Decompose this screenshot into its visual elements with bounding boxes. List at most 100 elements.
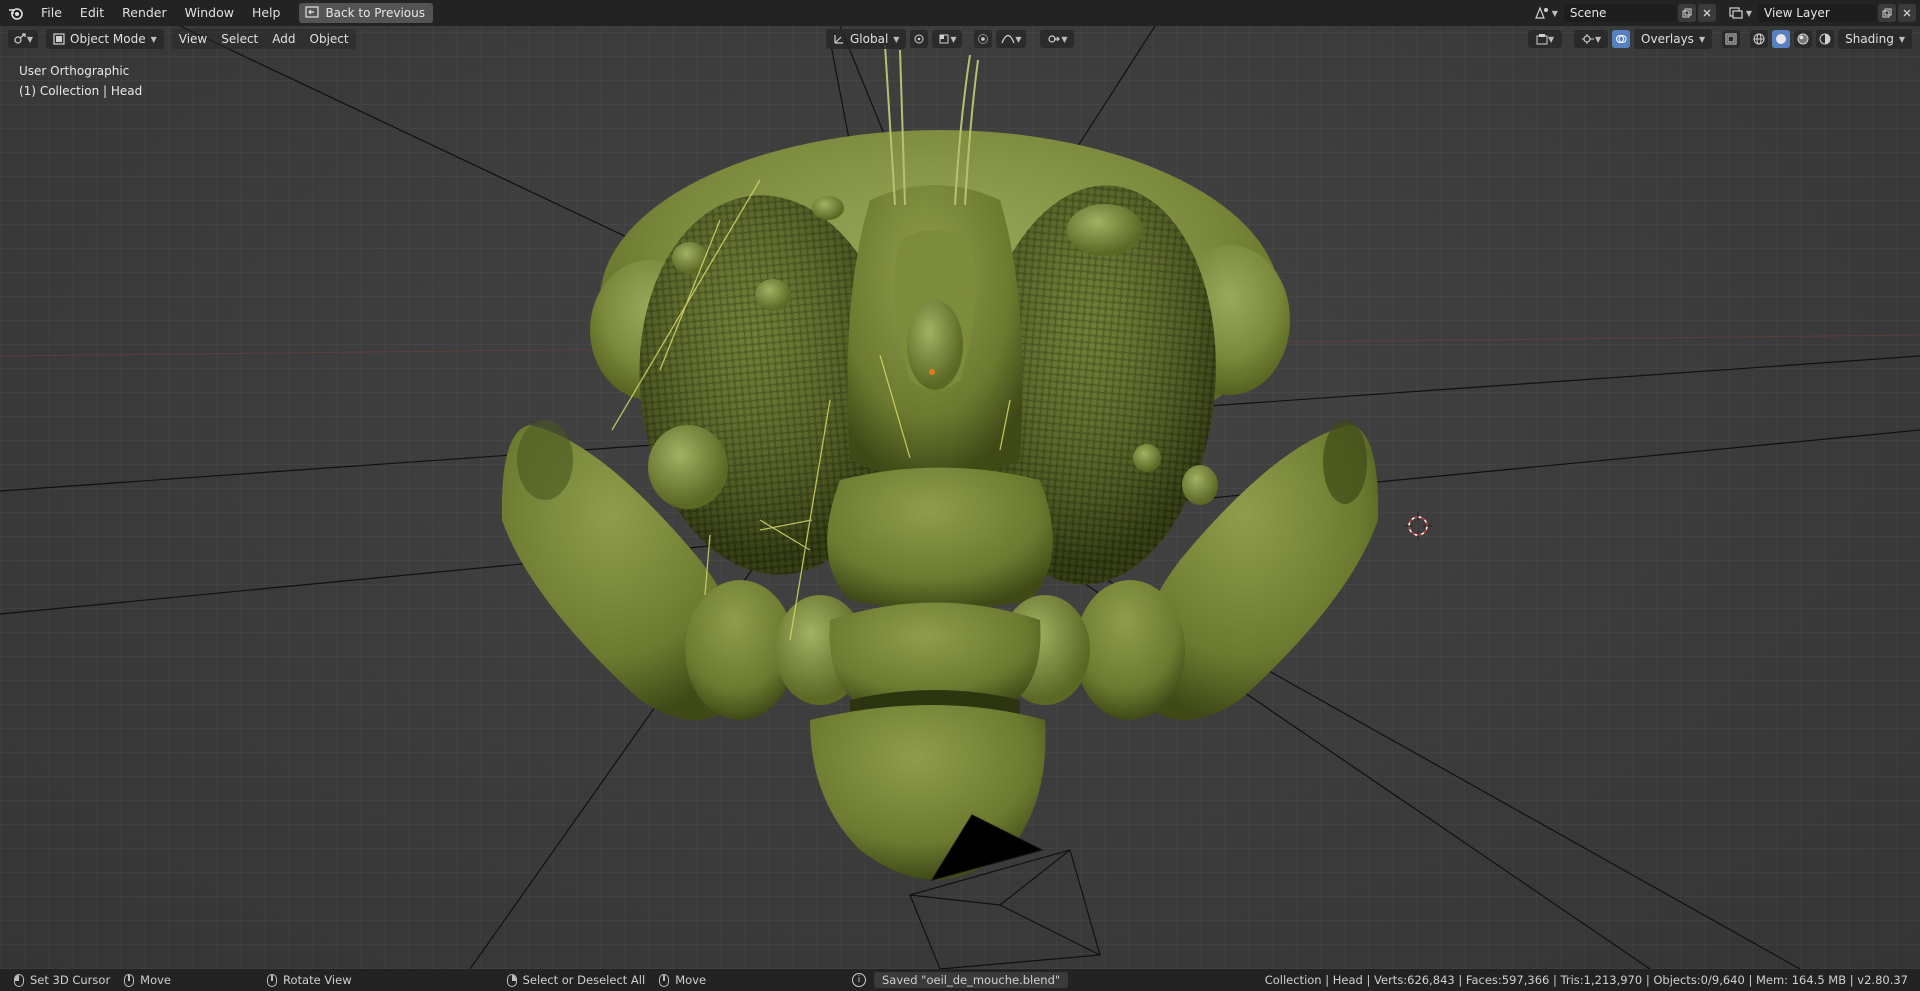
snap-icon (939, 34, 949, 44)
object-mode-dropdown[interactable]: Object Mode ▼ (46, 29, 164, 49)
xray-toggle-button[interactable] (1722, 30, 1741, 48)
viewport-info-overlay: User Orthographic (1) Collection | Head (19, 61, 142, 101)
view-name-label: User Orthographic (19, 64, 130, 78)
menu-render[interactable]: Render (113, 0, 176, 26)
viewport-header: ▼ Object Mode ▼ View Select Add Object G… (0, 26, 1920, 52)
transform-orientation-chevron-icon: ▼ (893, 34, 900, 44)
3d-view-editor-icon (14, 33, 26, 44)
scene-selector-icon[interactable] (1532, 4, 1552, 22)
status-select-all-label: Select or Deselect All (522, 973, 646, 987)
global-axis-icon (834, 35, 843, 44)
rendered-shading-button[interactable] (1816, 30, 1835, 48)
back-to-previous-label: Back to Previous (325, 6, 425, 20)
transform-orientation-dropdown[interactable]: Global ▼ (826, 29, 907, 49)
transform-orientation-label: Global (850, 32, 889, 46)
close-icon (1903, 9, 1911, 17)
overlays-dropdown[interactable]: Overlays ▼ (1634, 29, 1713, 49)
scene-statistics: Collection | Head | Verts:626,843 | Face… (1264, 973, 1908, 987)
gizmos-button[interactable]: ▼ (1574, 30, 1609, 48)
status-set-cursor: Set 3D Cursor (14, 973, 110, 987)
wireframe-shading-button[interactable] (1750, 30, 1769, 48)
falloff-curve-icon (1001, 34, 1015, 44)
status-move-2: Move (659, 973, 706, 987)
scene-name-field[interactable]: Scene (1563, 4, 1676, 22)
status-rotate-view: Rotate View (267, 973, 352, 987)
shading-chevron-icon: ▼ (1898, 34, 1905, 44)
menu-file[interactable]: File (32, 0, 71, 26)
solid-shading-button[interactable] (1772, 30, 1791, 48)
back-screen-icon (305, 5, 320, 21)
xray-icon (1725, 33, 1737, 45)
copy-icon (1682, 8, 1692, 18)
mouse-drag-icon-2 (659, 973, 670, 987)
status-rotate-view-label: Rotate View (283, 973, 352, 987)
overlays-icon (1616, 35, 1627, 43)
mouse-middle-icon (267, 973, 278, 987)
overlays-label: Overlays (1641, 32, 1694, 46)
new-view-layer-button[interactable] (1878, 4, 1896, 22)
shading-label: Shading (1845, 32, 1894, 46)
back-to-previous-button[interactable]: Back to Previous (299, 3, 433, 23)
menu-view[interactable]: View (171, 29, 215, 49)
overlays-toggle-button[interactable] (1612, 30, 1631, 48)
blender-logo-icon[interactable] (0, 0, 32, 26)
editor-type-button[interactable]: ▼ (8, 30, 38, 48)
menu-object[interactable]: Object (302, 29, 356, 49)
scene-viewlayer-controls: ▼ Scene ▼ View Layer (1532, 0, 1920, 26)
object-mode-label: Object Mode (70, 32, 146, 46)
new-scene-button[interactable] (1677, 4, 1696, 22)
status-move: Move (124, 973, 171, 987)
gizmo-icon (1581, 34, 1594, 44)
object-mode-chevron-icon: ▼ (150, 34, 157, 44)
saved-message: Saved "oeil_de_mouche.blend" (874, 972, 1069, 988)
falloff-chevron-icon: ▼ (1015, 34, 1022, 44)
delete-view-layer-button[interactable] (1898, 4, 1916, 22)
status-move-2-label: Move (675, 973, 707, 987)
proportional-edit-icon (978, 34, 989, 44)
pivot-point-button[interactable] (910, 30, 929, 48)
snapping-button[interactable]: ▼ (1040, 30, 1075, 48)
proportional-editing-button[interactable] (974, 30, 993, 48)
menu-edit[interactable]: Edit (71, 0, 113, 26)
delete-scene-button[interactable] (1697, 4, 1716, 22)
snapping-chevron-icon: ▼ (1061, 34, 1068, 44)
object-mode-icon (53, 33, 65, 45)
view-object-types-button[interactable]: ▼ (1528, 30, 1563, 48)
menu-window[interactable]: Window (176, 0, 243, 26)
3d-viewport[interactable] (0, 26, 1920, 969)
copy-icon (1882, 8, 1892, 18)
mouse-drag-icon (124, 973, 135, 987)
gizmos-chevron-icon: ▼ (1594, 34, 1602, 44)
link-icon (1048, 35, 1061, 43)
status-select-all: Select or Deselect All (506, 973, 646, 987)
top-menu-bar: File Edit Render Window Help Back to Pre… (0, 0, 1920, 26)
view-layer-chevron-down-icon[interactable]: ▼ (1746, 9, 1752, 18)
wireframe-sphere-icon (1753, 33, 1765, 45)
snap-chevron-icon: ▼ (950, 34, 957, 44)
status-report: i Saved "oeil_de_mouche.blend" (852, 972, 1069, 988)
material-shading-button[interactable] (1794, 30, 1813, 48)
mouse-right-icon (506, 973, 517, 987)
falloff-button[interactable]: ▼ (996, 30, 1027, 48)
status-move-label: Move (140, 973, 172, 987)
menu-select[interactable]: Select (214, 29, 266, 49)
view-layer-icon[interactable] (1726, 4, 1746, 22)
solid-sphere-icon (1776, 34, 1787, 44)
pivot-icon (914, 34, 924, 44)
menu-help[interactable]: Help (243, 0, 290, 26)
editor-type-chevron-icon: ▼ (26, 34, 34, 44)
shading-dropdown[interactable]: Shading ▼ (1838, 29, 1912, 49)
mouse-left-icon (14, 973, 24, 987)
info-icon: i (852, 973, 866, 987)
object-types-icon (1536, 34, 1548, 45)
status-set-cursor-label: Set 3D Cursor (30, 973, 111, 987)
viewport-scene (0, 26, 1920, 969)
viewport-display-tools: ▼ ▼ Overlays ▼ Shading ▼ (1528, 29, 1912, 49)
object-types-chevron-icon: ▼ (1547, 34, 1555, 44)
menu-add[interactable]: Add (265, 29, 303, 49)
snap-target-button[interactable]: ▼ (932, 30, 963, 48)
close-icon (1703, 9, 1711, 17)
view-layer-name-field[interactable]: View Layer (1758, 4, 1876, 22)
material-sphere-icon (1797, 33, 1809, 45)
scene-chevron-down-icon[interactable]: ▼ (1552, 9, 1558, 18)
